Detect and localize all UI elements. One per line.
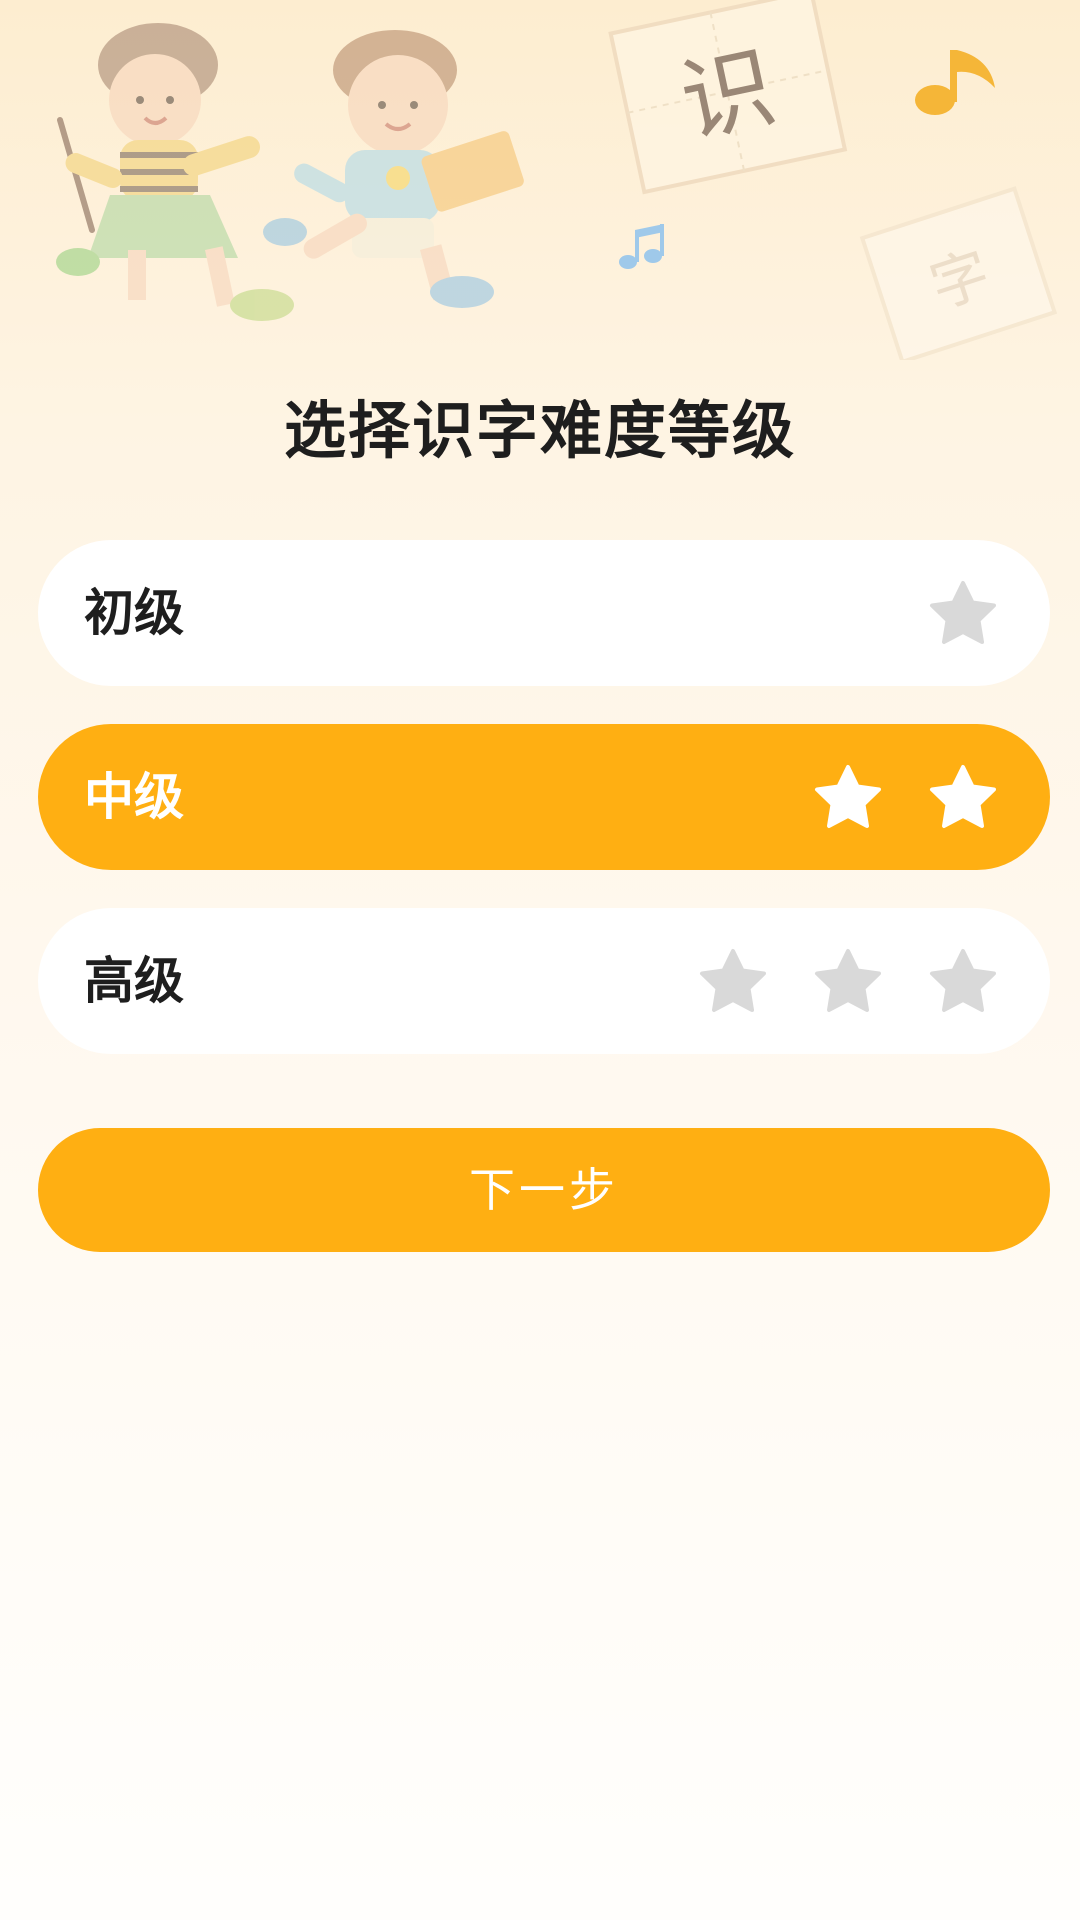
level-stars: [928, 578, 998, 648]
level-label: 初级: [84, 584, 184, 642]
star-icon: [930, 765, 996, 828]
star-icon: [930, 949, 996, 1012]
music-note-icon: [915, 50, 995, 115]
level-label: 中级: [84, 768, 184, 826]
character-card-small: 字: [859, 186, 1058, 360]
level-option-beginner[interactable]: 初级: [38, 540, 1050, 686]
level-stars: [698, 946, 998, 1016]
header-illustration: 识 字: [56, 0, 1058, 360]
girl-running-figure: [56, 23, 294, 321]
next-button[interactable]: 下一步: [38, 1128, 1050, 1252]
boy-running-figure: [263, 30, 524, 308]
level-stars: [813, 762, 998, 832]
star-icon: [700, 949, 766, 1012]
star-icon: [815, 765, 881, 828]
level-option-intermediate[interactable]: 中级: [38, 724, 1050, 870]
level-label: 高级: [84, 952, 184, 1010]
level-option-advanced[interactable]: 高级: [38, 908, 1050, 1054]
double-music-note-icon: [619, 224, 664, 269]
star-icon: [930, 581, 996, 644]
character-card-large: 识: [608, 0, 848, 195]
page-title: 选择识字难度等级: [283, 394, 796, 467]
star-icon: [815, 949, 881, 1012]
